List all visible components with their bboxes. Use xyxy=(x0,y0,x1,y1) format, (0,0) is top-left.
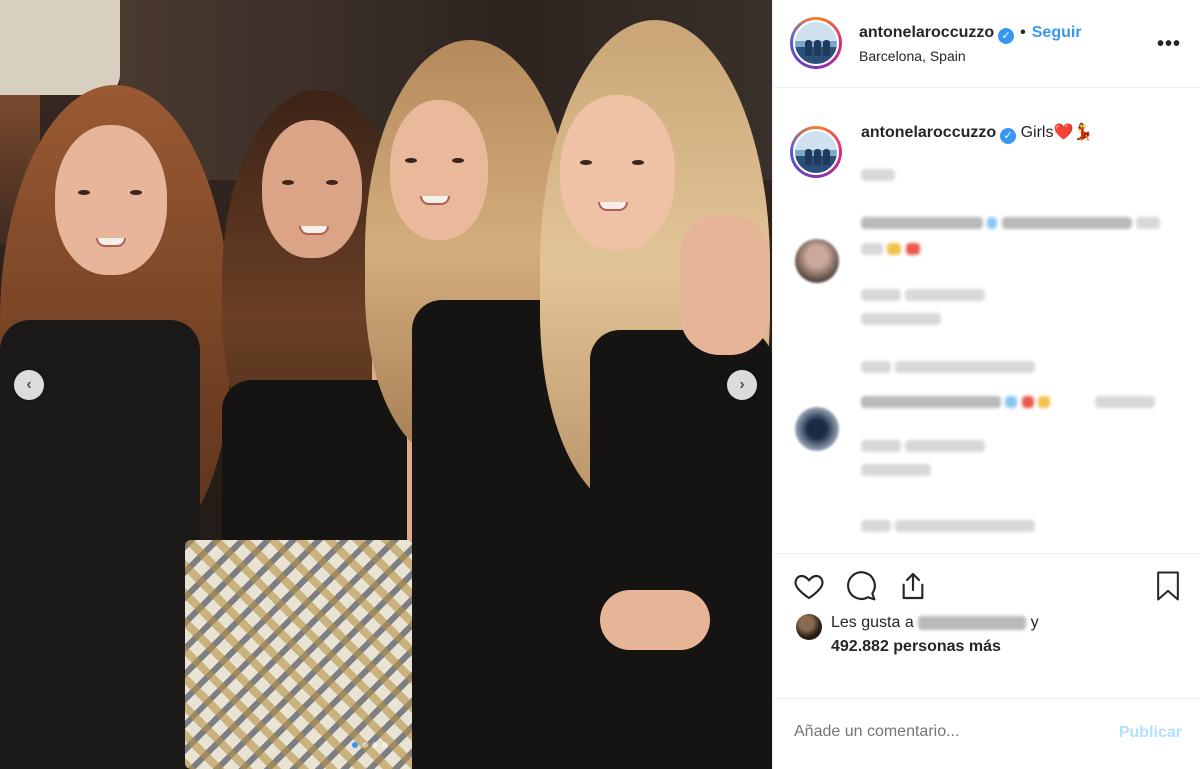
photo-lamp-shade xyxy=(0,0,120,95)
post-photo[interactable]: ‹ › xyxy=(0,0,772,769)
likes-summary: Les gusta a y xyxy=(831,614,1039,632)
chevron-right-icon: › xyxy=(739,376,745,393)
caption-avatar[interactable] xyxy=(790,126,842,178)
post-header: antonelaroccuzzo ✓ • Seguir Barcelona, Spai… xyxy=(773,0,1200,88)
caption: antonelaroccuzzo ✓ Girls❤️💃 xyxy=(861,122,1093,144)
post-side-panel: antonelaroccuzzo ✓ • Seguir Barcelona, Spai… xyxy=(772,0,1200,769)
post-location[interactable]: Barcelona, Spain xyxy=(859,48,1082,64)
more-options-icon[interactable]: ••• xyxy=(1157,33,1181,56)
carousel-dot xyxy=(372,742,378,748)
publish-button[interactable]: Publicar xyxy=(1119,724,1182,742)
header-title-row: antonelaroccuzzo ✓ • Seguir Barcelona, Spai… xyxy=(859,24,1082,64)
comment-avatar[interactable] xyxy=(795,239,839,283)
carousel-dot-active xyxy=(352,742,358,748)
carousel-dot xyxy=(362,742,368,748)
author-username[interactable]: antonelaroccuzzo xyxy=(859,24,994,41)
caption-username[interactable]: antonelaroccuzzo xyxy=(861,124,996,141)
comment-redacted xyxy=(861,214,1161,376)
verified-badge-icon: ✓ xyxy=(1000,128,1017,144)
verified-badge-icon: ✓ xyxy=(998,28,1015,44)
likes-prefix: Les gusta a xyxy=(831,614,914,631)
follow-button[interactable]: Seguir xyxy=(1032,24,1082,41)
author-avatar[interactable] xyxy=(790,17,842,69)
comment-redacted xyxy=(861,393,1155,535)
comment-avatar[interactable] xyxy=(795,407,839,451)
carousel-next-button[interactable]: › xyxy=(727,370,757,400)
liker-avatar[interactable] xyxy=(796,614,822,640)
caption-text: Girls❤️💃 xyxy=(1020,124,1094,141)
comment-icon[interactable] xyxy=(845,570,877,602)
post-actions: Les gusta a y 492.882 personas más xyxy=(773,555,1200,690)
caption-timestamp-redacted xyxy=(861,166,895,184)
chevron-left-icon: ‹ xyxy=(26,376,32,393)
likes-count[interactable]: 492.882 personas más xyxy=(831,638,1001,656)
carousel-dot xyxy=(382,742,388,748)
likes-suffix: y xyxy=(1030,614,1039,631)
comment-input[interactable] xyxy=(794,723,1094,741)
heart-icon[interactable] xyxy=(793,570,825,602)
photo-printed-skirt xyxy=(185,540,425,769)
comments-section: antonelaroccuzzo ✓ Girls❤️💃 xyxy=(773,89,1200,554)
share-icon[interactable] xyxy=(897,570,929,602)
bookmark-icon[interactable] xyxy=(1153,570,1183,602)
carousel-dots xyxy=(352,742,388,748)
header-separator: • xyxy=(1020,24,1026,41)
carousel-prev-button[interactable]: ‹ xyxy=(14,370,44,400)
liker-name-redacted[interactable] xyxy=(918,615,1027,630)
add-comment-bar: Publicar xyxy=(772,698,1200,769)
